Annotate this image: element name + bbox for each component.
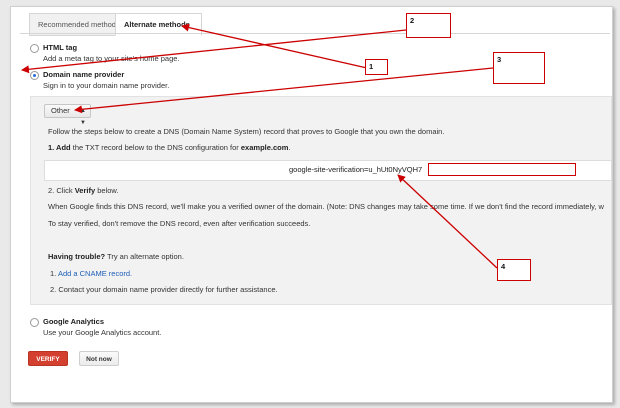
callout-4: 4 bbox=[497, 259, 531, 281]
arrow-4 bbox=[397, 174, 498, 269]
arrow-1 bbox=[181, 23, 368, 69]
arrow-3 bbox=[74, 67, 494, 114]
callout-3: 3 bbox=[493, 52, 545, 84]
callout-2: 2 bbox=[406, 13, 451, 38]
callout-1: 1 bbox=[365, 59, 388, 75]
